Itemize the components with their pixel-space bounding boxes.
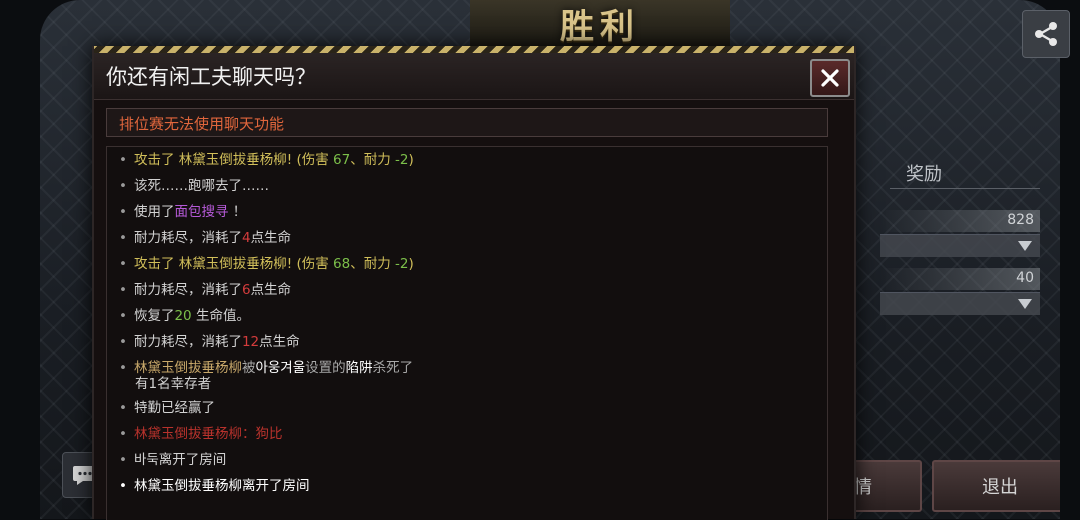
victory-banner: 胜利 [470, 0, 730, 48]
message-text: 点生命 [250, 282, 292, 298]
stamina-value: -2 [395, 152, 409, 168]
chat-message: • 特勤已经赢了 [119, 400, 215, 416]
message-text: 杀死了 [372, 360, 414, 376]
dropdown-triangle-icon [1018, 241, 1032, 251]
item-name: 面包搜寻 [174, 204, 229, 220]
reward-row: 40 [880, 268, 1040, 290]
chat-message: • 林黛玉倒拔垂杨柳被아웅겨울设置的陷阱杀死了 [119, 360, 414, 376]
message-text: 点生命 [250, 230, 292, 246]
damage-value: 68 [333, 256, 351, 272]
chat-dialog: 你还有闲工夫聊天吗？ 排位赛无法使用聊天功能 • 攻击了 林黛玉倒拔垂杨柳! (伤… [92, 46, 856, 520]
close-button[interactable] [810, 59, 850, 97]
dialog-title: 你还有闲工夫聊天吗？ [106, 65, 316, 89]
share-icon [1035, 22, 1057, 46]
reward-divider [890, 188, 1040, 189]
damage-value: 67 [333, 152, 351, 168]
message-text: 바둑离开了房间 [133, 452, 227, 468]
chat-message: • 使用了面包搜寻 ！ [119, 204, 247, 220]
trap-label: 陷阱 [345, 360, 373, 376]
message-text: 恢复了 [133, 308, 175, 324]
reward-title: 奖励 [906, 164, 942, 185]
message-text: ！ [228, 204, 247, 220]
hp-loss-value: 6 [241, 282, 251, 298]
message-text: 林黛玉倒拔垂杨柳离开了房间 [133, 478, 310, 494]
chat-message: • 林黛玉倒拔垂杨柳离开了房间 [119, 478, 310, 494]
chat-message: • 耐力耗尽，消耗了4点生命 [119, 230, 292, 246]
message-text: 耐力耗尽，消耗了 [133, 282, 242, 298]
message-text: 点生命 [259, 334, 300, 350]
chat-log[interactable]: • 攻击了 林黛玉倒拔垂杨柳! (伤害 67、耐力 -2) • 该死……跑哪去了……… [106, 146, 828, 520]
chat-message: • 耐力耗尽，消耗了6点生命 [119, 282, 292, 298]
reward-expand-toggle[interactable] [880, 234, 1040, 257]
dropdown-triangle-icon [1018, 299, 1032, 309]
message-text: 、耐力 [350, 152, 396, 168]
player-name: 林黛玉倒拔垂杨柳 [133, 360, 242, 376]
chat-message: • 林黛玉倒拔垂杨柳：狗比 [119, 426, 283, 442]
message-text: 被 [241, 360, 256, 376]
message-text: ) [408, 256, 414, 272]
stamina-value: -2 [395, 256, 409, 272]
exit-label: 退出 [982, 477, 1018, 498]
hazard-stripe-border [94, 46, 854, 53]
hp-loss-value: 4 [241, 230, 251, 246]
message-text: 使用了 [133, 204, 175, 220]
chat-message: • 该死……跑哪去了…… [119, 178, 269, 194]
message-text: 、耐力 [350, 256, 396, 272]
message-text: 攻击了 林黛玉倒拔垂杨柳! (伤害 [133, 152, 334, 168]
message-text: 有1名幸存者 [135, 376, 212, 392]
message-text: 特勤已经赢了 [133, 400, 215, 416]
message-text: 生命值。 [191, 308, 250, 324]
reward-value: 40 [1016, 270, 1034, 286]
heal-value: 20 [174, 308, 192, 324]
message-text: 攻击了 林黛玉倒拔垂杨柳! (伤害 [133, 256, 334, 272]
close-icon [821, 69, 839, 87]
reward-row: 828 [880, 210, 1040, 232]
exit-button[interactable]: 退出 [932, 460, 1060, 512]
message-text: ) [408, 152, 414, 168]
victory-title: 胜利 [560, 6, 640, 47]
message-text: 林黛玉倒拔垂杨柳：狗比 [133, 426, 283, 442]
chat-message: • 攻击了 林黛玉倒拔垂杨柳! (伤害 67、耐力 -2) [119, 152, 414, 168]
chat-message: • 耐力耗尽，消耗了12点生命 [119, 334, 300, 350]
chat-message: • 바둑离开了房间 [119, 452, 227, 468]
chat-message-continued: 有1名幸存者 [135, 376, 211, 392]
message-text: 耐力耗尽，消耗了 [133, 230, 242, 246]
reward-expand-toggle[interactable] [880, 292, 1040, 315]
reward-value: 828 [1007, 212, 1034, 228]
share-button[interactable] [1022, 10, 1070, 58]
message-text: 该死……跑哪去了…… [133, 178, 269, 194]
notice-text: 排位赛无法使用聊天功能 [119, 115, 285, 133]
message-text: 耐力耗尽，消耗了 [133, 334, 242, 350]
hp-loss-value: 12 [241, 334, 260, 350]
chat-message: • 攻击了 林黛玉倒拔垂杨柳! (伤害 68、耐力 -2) [119, 256, 414, 272]
message-text: 设置的 [305, 360, 346, 376]
player-name: 아웅겨울 [255, 360, 306, 376]
chat-disabled-notice: 排位赛无法使用聊天功能 [106, 108, 828, 137]
chat-message: • 恢复了20 生命值。 [119, 308, 250, 324]
dialog-header: 你还有闲工夫聊天吗？ [94, 53, 854, 100]
